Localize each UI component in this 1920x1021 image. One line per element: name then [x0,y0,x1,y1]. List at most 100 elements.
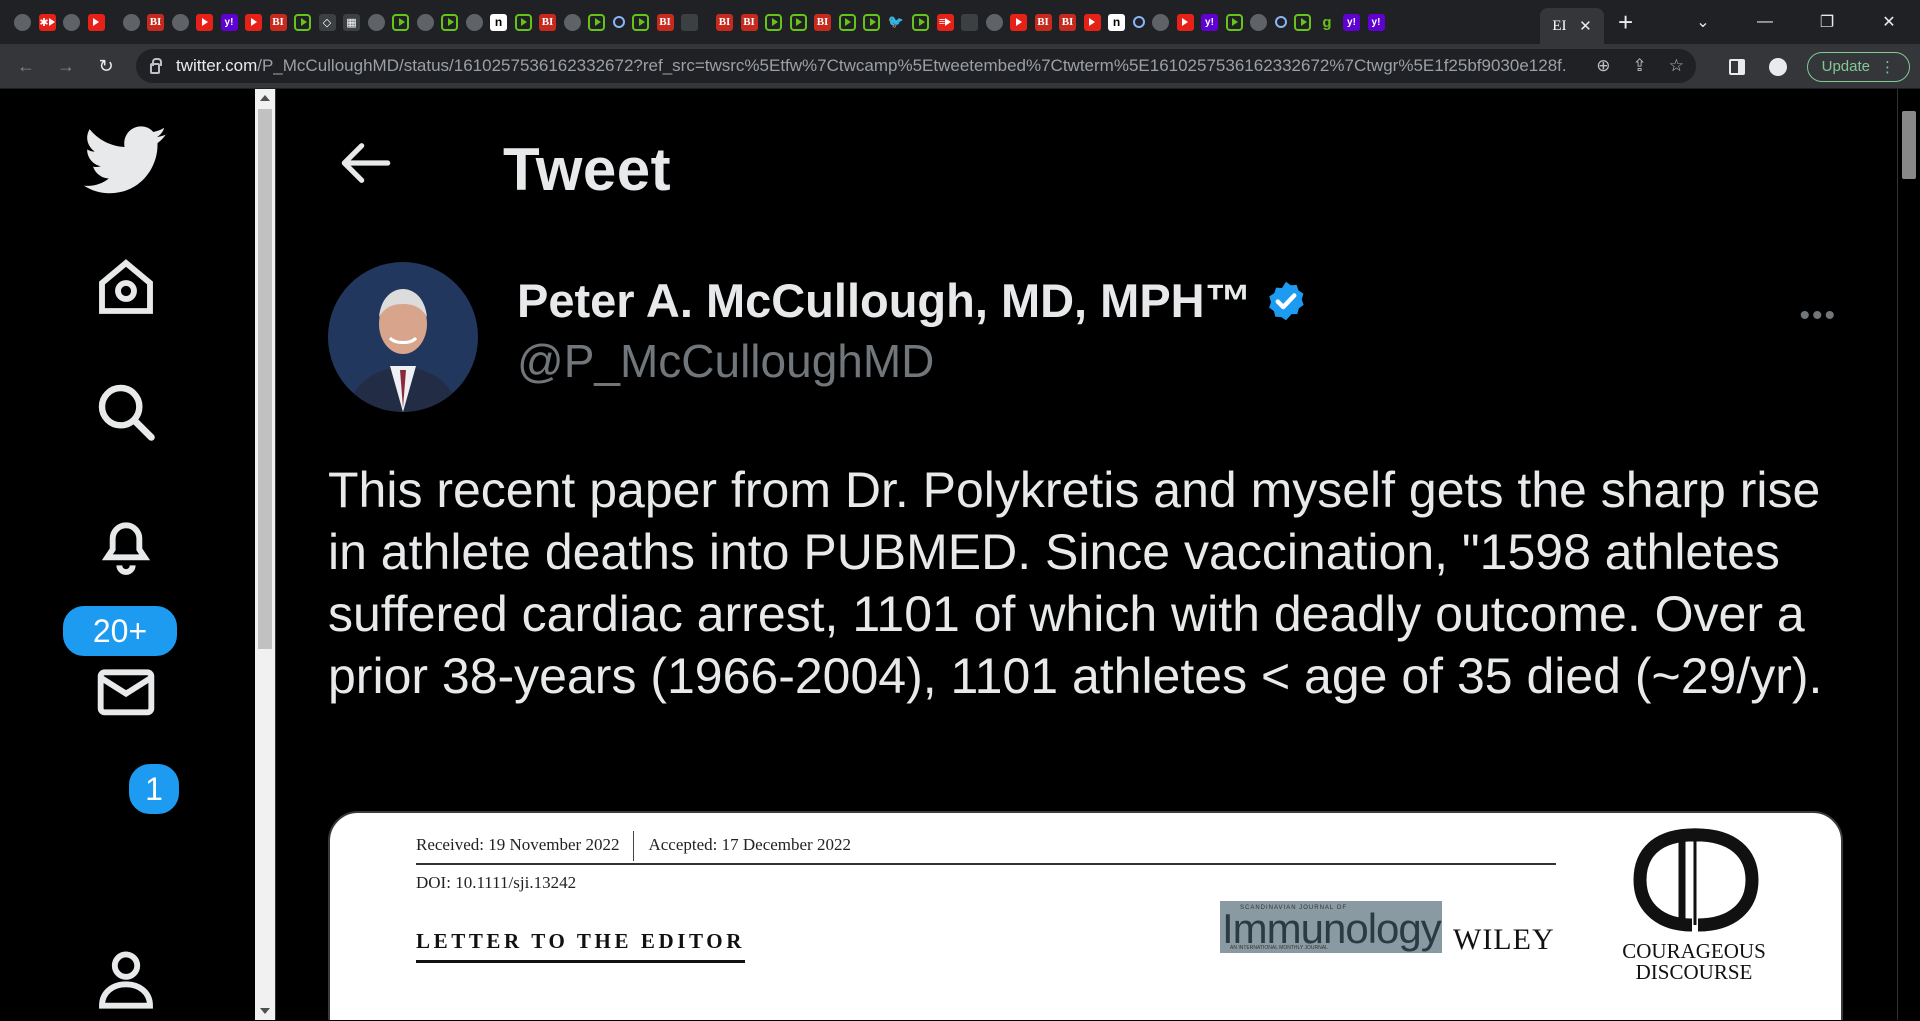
misc-icon[interactable] [961,13,978,31]
youtube-icon[interactable] [1083,13,1101,31]
rumble-icon[interactable] [514,13,532,31]
profile-nav-icon[interactable] [84,937,168,1021]
close-window-button[interactable]: ✕ [1858,12,1920,32]
bi-icon[interactable]: BI [269,13,287,31]
bookmark-star-icon[interactable]: ☆ [1669,56,1684,76]
feed-icon[interactable]: ≡ [936,13,954,31]
n-icon[interactable]: n [490,13,507,31]
address-bar[interactable]: twitter.com/P_McCulloughMD/status/161025… [136,49,1696,83]
notifications-bell-icon[interactable] [84,502,168,586]
rumble-icon[interactable] [441,13,458,31]
search-icon[interactable] [1274,16,1287,28]
rumble-icon[interactable] [765,13,782,31]
tweet-media-image[interactable]: Received: 19 November 2022 Accepted: 17 … [328,811,1843,1020]
bi-icon[interactable]: BI [740,13,758,31]
tab-search-icon[interactable]: ⌄ [1672,12,1734,32]
paper-doi: DOI: 10.1111/sji.13242 [416,873,577,892]
yahoo-icon[interactable]: y! [1367,13,1385,31]
rumble-icon[interactable] [588,13,605,31]
more-options-icon[interactable]: ••• [1799,299,1837,333]
zoom-icon[interactable]: ⊕ [1596,56,1610,76]
yahoo-icon[interactable]: y! [1343,13,1360,31]
bi-icon[interactable]: BI [147,13,164,31]
url-host: twitter.com [176,56,258,75]
profile-icon[interactable] [1768,57,1787,76]
globe-icon[interactable] [171,13,189,31]
rumble-icon[interactable] [838,13,856,31]
right-scrollbar[interactable] [1898,89,1920,1020]
left-scrollbar-thumb[interactable] [258,109,272,649]
scroll-up-arrow-icon[interactable] [260,95,270,101]
yahoo-icon[interactable]: y! [220,13,238,31]
youtube-icon[interactable] [1176,13,1194,31]
avatar[interactable] [328,262,478,412]
red-star-icon[interactable]: ✱ [38,13,56,31]
n-icon[interactable]: n [1108,13,1125,31]
youtube-icon[interactable] [196,13,213,31]
globe-icon[interactable] [1152,13,1169,31]
author-name[interactable]: Peter A. McCullough, MD, MPH™ [517,273,1308,328]
back-nav-button[interactable]: ← [6,56,46,77]
forward-nav-button[interactable]: → [46,56,86,77]
right-scrollbar-thumb[interactable] [1902,111,1916,179]
rumble-icon[interactable] [1294,13,1311,31]
globe-icon[interactable] [63,13,80,31]
home-icon[interactable] [84,245,168,329]
youtube-icon[interactable] [245,13,262,31]
scroll-down-arrow-icon[interactable] [260,1008,270,1014]
back-arrow-icon[interactable] [336,133,396,193]
new-tab-button[interactable]: + [1618,9,1633,35]
twitter-icon[interactable]: 🐦 [888,14,905,31]
shield-icon[interactable]: ◇ [318,13,336,31]
article-type: LETTER TO THE EDITOR [416,929,745,963]
twitter-logo-icon[interactable] [84,119,168,203]
restore-button[interactable]: ❐ [1796,12,1858,32]
rumble-icon[interactable] [632,13,649,31]
left-scrollbar[interactable] [255,89,275,1020]
misc-icon[interactable] [681,13,698,31]
search-icon[interactable] [612,16,625,28]
rumble-icon[interactable] [912,13,929,31]
rumble-icon[interactable] [1225,13,1243,31]
minimize-button[interactable]: — [1734,13,1796,31]
verified-badge-icon[interactable] [1264,279,1308,323]
rumble-icon[interactable] [294,13,311,31]
close-tab-icon[interactable]: ✕ [1579,17,1592,35]
bi-icon[interactable]: BI [1059,13,1076,31]
bi-icon[interactable]: BI [656,13,674,31]
messages-envelope-icon[interactable] [84,649,168,733]
youtube-icon[interactable] [1010,13,1027,31]
window-controls: ⌄ — ❐ ✕ [1672,0,1920,44]
active-tab[interactable]: EI ✕ [1540,8,1604,44]
bi-icon[interactable]: BI [1034,13,1052,31]
bi-icon[interactable]: BI [814,13,831,31]
bi-icon[interactable]: BI [539,13,556,31]
update-button[interactable]: Update ⋮ [1806,51,1910,82]
author-handle[interactable]: @P_McCulloughMD [517,334,934,388]
side-panel-icon[interactable] [1728,58,1745,75]
globe-icon[interactable] [14,13,31,31]
rumble-icon[interactable] [392,13,409,31]
logo-line-2: DISCOURSE [1635,960,1753,984]
url-text[interactable]: twitter.com/P_McCulloughMD/status/161025… [176,56,1566,76]
globe-icon[interactable] [985,13,1003,31]
lock-icon[interactable] [150,57,162,74]
globe-icon[interactable] [465,13,483,31]
youtube-icon[interactable] [87,13,105,31]
globe-icon[interactable] [367,13,385,31]
globe-icon[interactable] [416,13,434,31]
rumble-icon[interactable] [863,13,880,31]
g-icon[interactable]: g [1319,14,1336,31]
search-icon[interactable] [1132,16,1145,28]
globe-icon[interactable] [1250,13,1267,31]
share-icon[interactable]: ⇪ [1633,56,1647,76]
yahoo-icon[interactable]: y! [1201,13,1218,31]
reload-button[interactable]: ↻ [86,56,126,77]
bi-icon[interactable]: BI [716,13,733,31]
qr-icon[interactable]: ▦ [343,13,360,31]
globe-icon[interactable] [563,13,581,31]
globe-icon[interactable] [122,13,140,31]
left-nav: 20+ 1 [0,89,255,1020]
rumble-icon[interactable] [789,13,807,31]
search-icon[interactable] [84,370,168,454]
